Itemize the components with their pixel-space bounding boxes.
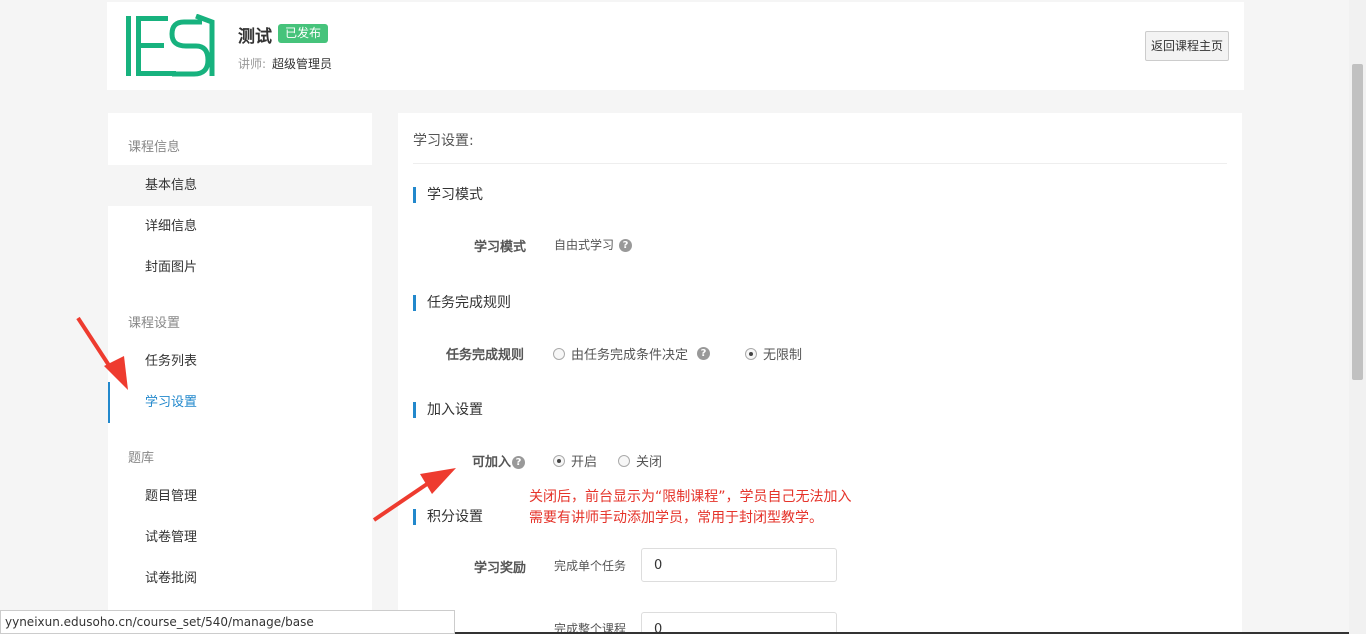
question-circle-icon[interactable]: ?	[619, 239, 633, 252]
task-rule-option-condition: 由任务完成条件决定	[571, 348, 689, 363]
sidebar-item-cover-image[interactable]: 封面图片	[108, 247, 372, 288]
section-points-settings: 积分设置	[413, 509, 483, 525]
annotation-line-2: 需要有讲师手动添加学员，常用于封闭型教学。	[529, 510, 823, 526]
task-rule-option-unlimited: 无限制	[763, 348, 803, 363]
join-radio-close[interactable]: 关闭	[618, 451, 662, 470]
manage-sidebar: 课程信息 基本信息 详细信息 封面图片 课程设置 任务列表 学习设置 题库 题目…	[108, 113, 372, 613]
sidebar-item-question-manage[interactable]: 题目管理	[108, 476, 372, 517]
reward-task-input[interactable]	[641, 548, 837, 582]
sidebar-group-question-bank: 题库	[128, 451, 155, 466]
radio-checked-icon	[745, 347, 757, 360]
sidebar-group-course-info: 课程信息	[128, 140, 181, 155]
joinable-label-text: 可加入	[472, 455, 512, 470]
reward-task-label: 完成单个任务	[554, 559, 627, 573]
sidebar-item-detail-info[interactable]: 详细信息	[108, 206, 372, 247]
teacher-label: 讲师:	[238, 57, 267, 71]
page-scrollbar[interactable]	[1349, 0, 1366, 634]
question-circle-icon[interactable]: ?	[697, 347, 711, 360]
title-divider	[413, 163, 1227, 164]
reward-course-input[interactable]	[641, 612, 837, 634]
study-reward-label: 学习奖励	[474, 561, 527, 576]
join-option-close: 关闭	[636, 455, 663, 470]
join-option-open: 开启	[571, 455, 598, 470]
radio-unchecked-icon	[553, 347, 565, 360]
status-badge: 已发布	[278, 24, 329, 43]
task-rule-radio-unlimited[interactable]: 无限制	[745, 344, 802, 363]
back-to-course-button[interactable]: 返回课程主页	[1145, 31, 1229, 61]
course-title: 测试	[238, 27, 272, 47]
task-rule-radio-condition[interactable]: 由任务完成条件决定?	[553, 344, 711, 363]
sidebar-item-study-settings[interactable]: 学习设置	[108, 382, 372, 423]
question-circle-icon[interactable]: ?	[512, 456, 526, 469]
study-mode-label: 学习模式	[474, 240, 527, 255]
task-rule-label: 任务完成规则	[446, 348, 525, 363]
section-study-mode: 学习模式	[413, 187, 483, 203]
teacher-line: 讲师: 超级管理员	[238, 55, 332, 72]
section-task-rule: 任务完成规则	[413, 295, 511, 311]
sidebar-item-paper-manage[interactable]: 试卷管理	[108, 517, 372, 558]
scrollbar-thumb[interactable]	[1352, 64, 1363, 380]
annotation-line-1: 关闭后，前台显示为“限制课程”，学员自己无法加入	[529, 489, 852, 505]
join-radio-open[interactable]: 开启	[553, 451, 597, 470]
course-header: 测试 已发布 讲师: 超级管理员 返回课程主页	[107, 2, 1244, 90]
page-title: 学习设置:	[413, 133, 474, 149]
radio-checked-icon	[553, 454, 565, 467]
status-bar-url: yyneixun.edusoho.cn/course_set/540/manag…	[0, 610, 455, 634]
study-mode-value: 自由式学习?	[554, 236, 633, 253]
es-logo-icon	[126, 14, 215, 77]
study-mode-text: 自由式学习	[554, 238, 615, 252]
teacher-name: 超级管理员	[272, 57, 333, 71]
radio-unchecked-icon	[618, 454, 630, 467]
sidebar-item-paper-grading[interactable]: 试卷批阅	[108, 558, 372, 599]
joinable-label: 可加入?	[472, 451, 526, 470]
annotation-note: 关闭后，前台显示为“限制课程”，学员自己无法加入 需要有讲师手动添加学员，常用于…	[529, 487, 852, 529]
sidebar-item-basic-info[interactable]: 基本信息	[108, 165, 372, 206]
sidebar-group-course-settings: 课程设置	[128, 316, 181, 331]
section-join-settings: 加入设置	[413, 402, 483, 418]
sidebar-item-task-list[interactable]: 任务列表	[108, 341, 372, 382]
study-settings-panel: 学习设置: 学习模式 学习模式 自由式学习? 任务完成规则 任务完成规则 由任务…	[398, 113, 1242, 634]
